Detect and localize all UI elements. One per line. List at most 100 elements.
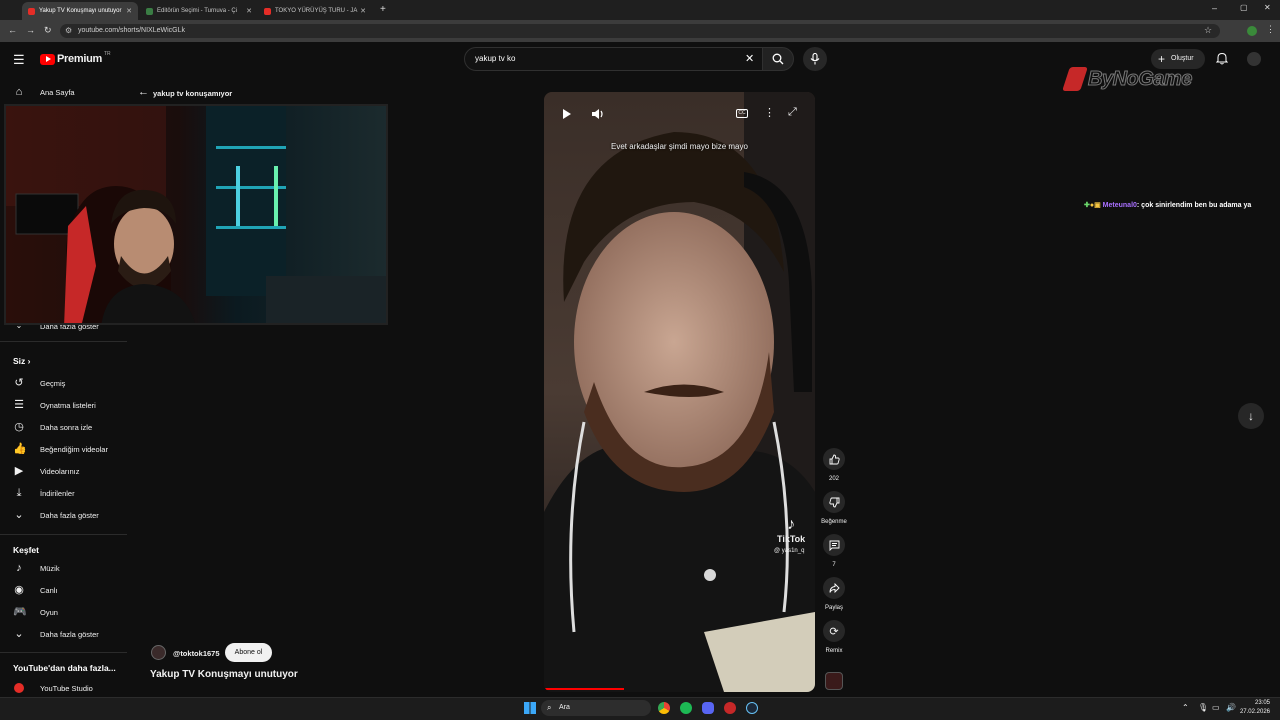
microphone-icon xyxy=(810,53,820,65)
arrow-down-icon: ↓ xyxy=(1248,409,1254,423)
new-tab-icon[interactable]: + xyxy=(380,4,386,15)
section-you-label: Siz xyxy=(13,356,26,366)
profile-avatar[interactable] xyxy=(1247,26,1257,36)
steam-icon[interactable] xyxy=(746,702,758,714)
tab-label: TOKYO YÜRÜYÜŞ TURU - JA xyxy=(275,8,358,14)
maximize-icon[interactable]: ▢ xyxy=(1240,3,1248,12)
tiktok-user: @ yas1n_q xyxy=(774,548,805,554)
overlay-brand: ByNoGame xyxy=(1088,67,1193,90)
close-icon[interactable]: ✕ xyxy=(126,7,132,15)
live-icon: ◉ xyxy=(14,584,24,596)
channel-name[interactable]: @toktok1675 xyxy=(173,649,220,658)
tiktok-icon: ♪ xyxy=(787,516,796,533)
taskbar-search-label: Ara xyxy=(559,704,570,711)
tiktok-brand: TikTok xyxy=(777,534,806,544)
play-icon[interactable] xyxy=(562,108,572,120)
hamburger-menu-icon[interactable]: ☰ xyxy=(13,52,25,68)
back-icon[interactable]: ← xyxy=(8,25,17,35)
chat-message: ✚●▣ Meteunal0: çok sinirlendim ben bu ad… xyxy=(1084,201,1251,209)
logo-text: Premium xyxy=(57,53,102,65)
sidebar-item-home[interactable]: Ana Sayfa xyxy=(40,88,75,97)
video-icon: ▶ xyxy=(14,465,24,477)
sidebar-item[interactable]: Daha fazla göster xyxy=(40,630,99,639)
sidebar-item-studio[interactable]: YouTube Studio xyxy=(40,684,93,693)
dislike-button[interactable] xyxy=(823,491,845,513)
search-button[interactable] xyxy=(762,47,794,71)
clear-search-icon[interactable]: ✕ xyxy=(745,52,754,65)
taskbar-search[interactable]: ⌕ Ara xyxy=(541,700,651,716)
tab-2[interactable]: Editörün Seçimi - Turnuva - Çi ✕ xyxy=(140,2,258,20)
next-video-button[interactable]: ↓ xyxy=(1238,403,1264,429)
address-input[interactable]: youtube.com/shorts/NIXLeWicGLk xyxy=(60,24,1220,38)
share-button[interactable] xyxy=(823,577,845,599)
windows-start-icon[interactable] xyxy=(524,702,536,714)
close-window-icon[interactable]: ✕ xyxy=(1264,3,1271,12)
minimize-icon[interactable]: – xyxy=(1212,3,1217,13)
shorts-video-player[interactable]: CC ⋮ ⤢ Evet arkadaşlar şimdi mayo bize m… xyxy=(544,92,815,692)
tray-chevron-icon[interactable]: ⌃ xyxy=(1182,703,1189,712)
thumb-down-icon xyxy=(828,497,839,507)
menu-icon[interactable]: ⋮ xyxy=(1266,24,1275,35)
captions-icon[interactable]: CC xyxy=(736,109,748,118)
search-icon xyxy=(772,53,784,65)
search-input[interactable]: yakup tv ko xyxy=(464,47,764,71)
youtube-logo[interactable]: Premium TR xyxy=(40,51,111,65)
sidebar-item[interactable]: Canlı xyxy=(40,586,58,595)
more-options-icon[interactable]: ⋮ xyxy=(764,106,775,119)
account-avatar[interactable] xyxy=(1247,52,1261,66)
tab-active[interactable]: Yakup TV Konuşmayı unutuyor ✕ xyxy=(22,2,138,20)
share-icon xyxy=(829,582,840,593)
create-button[interactable]: + Oluştur xyxy=(1151,49,1205,69)
tab-label: Yakup TV Konuşmayı unutuyor xyxy=(39,8,122,14)
chevron-down-icon: ⌄ xyxy=(14,628,24,640)
network-icon: ▭ xyxy=(1212,703,1220,712)
sidebar-item[interactable]: Daha sonra izle xyxy=(40,423,92,432)
tab-3[interactable]: TOKYO YÜRÜYÜŞ TURU - JA ✕ xyxy=(258,2,372,20)
forward-icon[interactable]: → xyxy=(26,25,35,35)
sidebar-item[interactable]: Daha fazla göster xyxy=(40,511,99,520)
bynogame-logo: ByNoGame xyxy=(1062,67,1193,91)
sidebar-item[interactable]: Beğendiğim videolar xyxy=(40,445,108,454)
notifications-bell-icon[interactable] xyxy=(1216,52,1228,65)
channel-avatar[interactable] xyxy=(151,645,166,660)
reload-icon[interactable]: ↻ xyxy=(44,25,52,36)
youtube-studio-icon xyxy=(14,683,24,693)
section-you[interactable]: Siz › xyxy=(13,356,31,366)
fullscreen-icon[interactable]: ⤢ xyxy=(788,106,797,119)
chrome-icon[interactable] xyxy=(658,702,670,714)
sidebar-item[interactable]: Oynatma listeleri xyxy=(40,401,96,410)
app-icon[interactable] xyxy=(724,702,736,714)
bookmark-star-icon[interactable]: ☆ xyxy=(1204,25,1212,36)
close-icon[interactable]: ✕ xyxy=(246,7,252,15)
site-favicon-icon xyxy=(146,7,153,15)
like-count: 202 xyxy=(828,476,839,482)
volume-tray-icon: 🔊 xyxy=(1226,703,1236,712)
discord-icon[interactable] xyxy=(702,702,714,714)
sidebar-item[interactable]: Videolarınız xyxy=(40,467,79,476)
sidebar-item[interactable]: Oyun xyxy=(40,608,58,617)
spotify-icon[interactable] xyxy=(680,702,692,714)
divider xyxy=(0,341,127,342)
comments-button[interactable] xyxy=(823,534,845,556)
sidebar-item[interactable]: Geçmiş xyxy=(40,379,65,388)
close-icon[interactable]: ✕ xyxy=(360,7,366,15)
video-caption: Evet arkadaşlar şimdi mayo bize mayo xyxy=(611,142,748,151)
remix-button[interactable]: ⟳ xyxy=(823,620,845,642)
sound-avatar[interactable] xyxy=(825,672,843,690)
chat-text: : çok sinirlendim ben bu adama ya xyxy=(1136,202,1252,209)
subscribe-button[interactable]: Abone ol xyxy=(225,643,272,662)
tiktok-watermark: ♪ TikTok xyxy=(777,516,805,544)
sidebar-item[interactable]: İndirilenler xyxy=(40,489,75,498)
dislike-label: Beğenme xyxy=(821,519,847,525)
clock-time: 23:05 xyxy=(1254,700,1270,706)
playlist-icon: ☰ xyxy=(14,399,24,411)
site-info-icon: ⚙ xyxy=(65,26,73,35)
voice-search-button[interactable] xyxy=(803,47,827,71)
back-arrow-icon[interactable]: ← xyxy=(138,86,149,98)
volume-icon[interactable] xyxy=(591,108,605,120)
remix-label: Remix xyxy=(825,648,843,654)
youtube-play-logo-icon xyxy=(40,53,55,65)
remix-icon: ⟳ xyxy=(829,625,839,638)
sidebar-item[interactable]: Müzik xyxy=(40,564,60,573)
like-button[interactable] xyxy=(823,448,845,470)
